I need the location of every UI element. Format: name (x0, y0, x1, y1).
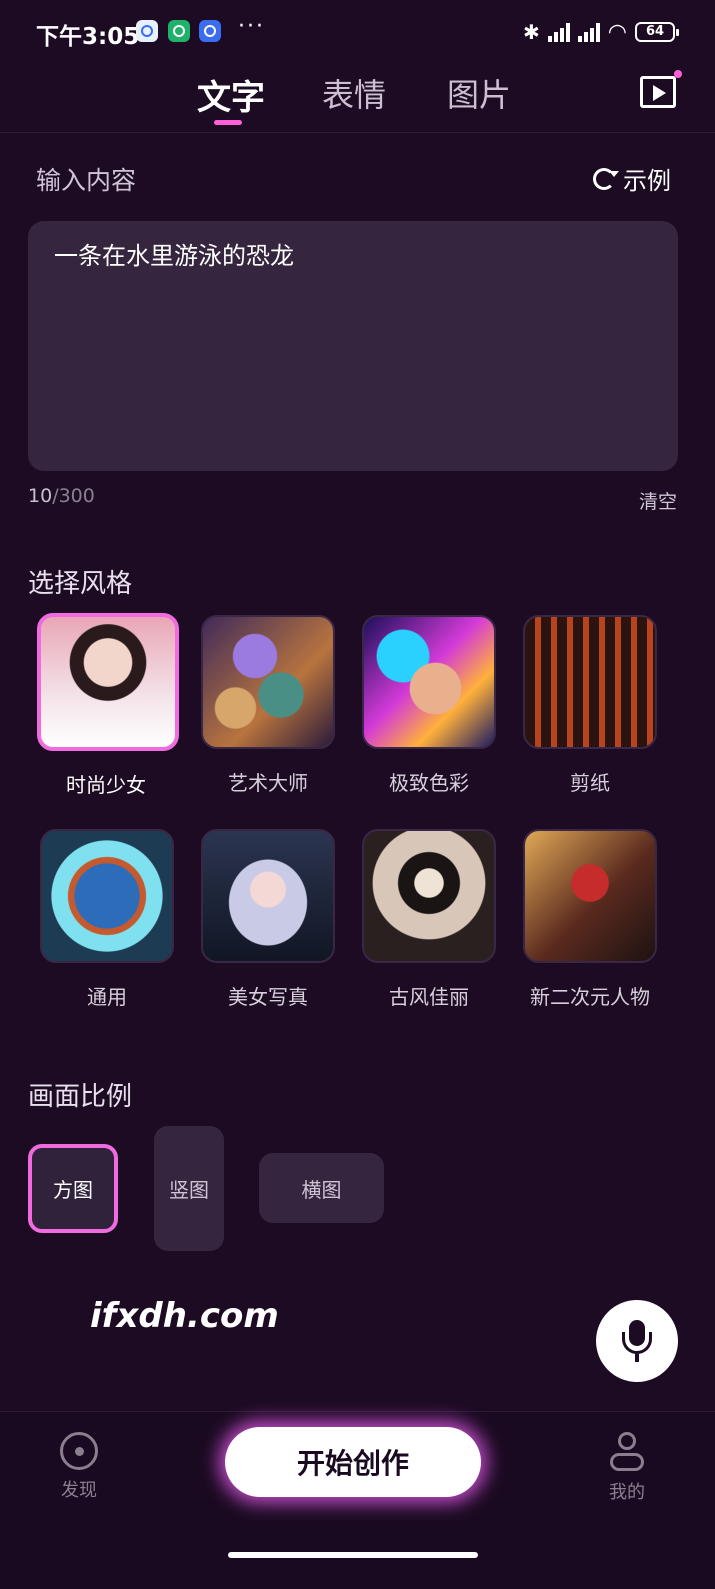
watermark-text: ifxdh.com (90, 1296, 279, 1336)
style-label: 通用 (87, 985, 127, 1009)
status-indicators: ✱ ◠ 64 (523, 18, 679, 46)
style-thumbnail (523, 615, 657, 749)
security-shield-icon (168, 20, 190, 42)
style-thumbnail (523, 829, 657, 963)
style-item-anime-character[interactable]: 新二次元人物 (521, 829, 659, 1010)
style-item-general[interactable]: 通用 (38, 829, 176, 1010)
bluetooth-icon: ✱ (523, 20, 540, 44)
style-thumbnail (201, 829, 335, 963)
yin-yang-app-icon (199, 20, 221, 42)
input-section-label: 输入内容 (36, 166, 137, 195)
style-label: 极致色彩 (389, 771, 469, 795)
signal-icon-2 (577, 22, 600, 42)
style-thumbnail (40, 829, 174, 963)
voice-input-button[interactable] (596, 1300, 678, 1382)
more-notifications-icon: ··· (238, 14, 265, 39)
tab-text[interactable]: 文字 (197, 70, 265, 119)
style-thumbnail (201, 615, 335, 749)
style-thumbnail (362, 829, 496, 963)
nav-mine-label: 我的 (609, 1482, 645, 1503)
style-label: 时尚少女 (66, 773, 146, 797)
style-item-vivid-color[interactable]: 极致色彩 (360, 615, 498, 796)
style-thumbnail (362, 615, 496, 749)
signal-icon (547, 22, 570, 42)
style-item-ancient-beauty[interactable]: 古风佳丽 (360, 829, 498, 1010)
tab-emoji[interactable]: 表情 (322, 70, 386, 116)
play-icon (653, 85, 666, 101)
microphone-icon-arc (622, 1332, 652, 1354)
char-count-max: /300 (52, 485, 95, 507)
example-label: 示例 (623, 167, 671, 195)
char-count-current: 10 (28, 485, 53, 507)
style-item-paper-cut[interactable]: 剪纸 (521, 615, 659, 796)
style-label: 剪纸 (570, 771, 610, 795)
style-label: 古风佳丽 (389, 985, 469, 1009)
tab-image[interactable]: 图片 (447, 70, 511, 116)
battery-icon: 64 (635, 22, 679, 42)
style-label: 新二次元人物 (530, 985, 650, 1009)
style-item-beauty-photo[interactable]: 美女写真 (199, 829, 337, 1010)
style-thumbnail (37, 613, 179, 751)
microphone-icon-stem (635, 1354, 639, 1362)
refresh-icon (593, 167, 615, 190)
clear-button[interactable]: 清空 (639, 487, 677, 514)
notification-app-icon (136, 20, 158, 42)
style-section-title: 选择风格 (28, 569, 133, 599)
example-button[interactable]: 示例 (593, 161, 671, 196)
app-screen: 下午3:05 ··· ✱ ◠ 64 文字 表情 图片 输入内容 示例 一条在水里… (0, 0, 715, 1589)
ratio-portrait-button[interactable]: 竖图 (154, 1126, 224, 1251)
prompt-input[interactable]: 一条在水里游泳的恐龙 (28, 221, 678, 471)
ratio-square-button[interactable]: 方图 (28, 1144, 118, 1233)
nav-discover[interactable]: 发现 (39, 1432, 119, 1502)
status-time: 下午3:05 (36, 24, 140, 50)
wifi-icon: ◠ (607, 19, 627, 45)
nav-discover-label: 发现 (61, 1480, 97, 1501)
style-label: 艺术大师 (228, 771, 308, 795)
style-label: 美女写真 (228, 985, 308, 1009)
mode-tabs: 文字 表情 图片 (0, 70, 715, 130)
ratio-section-title: 画面比例 (28, 1082, 133, 1112)
profile-icon (607, 1432, 647, 1472)
notification-dot (674, 70, 682, 78)
style-item-art-master[interactable]: 艺术大师 (199, 615, 337, 796)
video-tutorial-button[interactable] (640, 70, 682, 108)
style-item-fashion-girl[interactable]: 时尚少女 (37, 613, 179, 798)
home-indicator[interactable] (228, 1552, 478, 1558)
status-bar: 下午3:05 ··· ✱ ◠ 64 (0, 0, 715, 64)
start-create-button[interactable]: 开始创作 (225, 1427, 481, 1497)
active-tab-indicator (214, 120, 242, 125)
char-counter: 10/300 (28, 485, 95, 507)
ratio-landscape-button[interactable]: 横图 (259, 1153, 384, 1223)
header-divider (0, 132, 715, 133)
discover-icon (60, 1432, 98, 1470)
nav-mine[interactable]: 我的 (587, 1432, 667, 1504)
